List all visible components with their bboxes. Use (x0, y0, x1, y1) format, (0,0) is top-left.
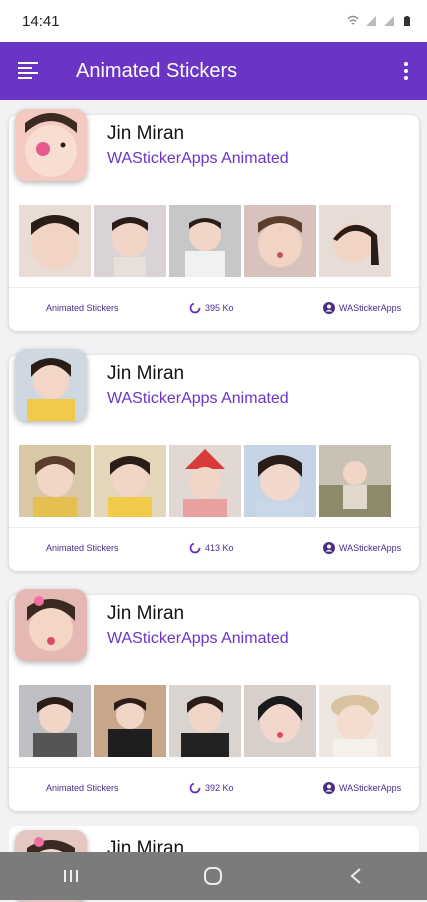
pack-name: Jin Miran (107, 603, 185, 624)
pack-author-label: WAStickerApps (339, 543, 402, 553)
pack-size: 392 Ko (189, 782, 234, 794)
sticker-image[interactable] (319, 445, 391, 517)
sticker-image[interactable] (244, 205, 316, 277)
app-bar: Animated Stickers (0, 42, 427, 100)
back-button[interactable] (336, 861, 376, 891)
pack-author: WAStickerApps (323, 542, 401, 554)
divider (9, 767, 419, 768)
sticker-image[interactable] (319, 685, 391, 757)
sticker-image[interactable] (169, 205, 241, 277)
more-vert-icon[interactable] (403, 61, 409, 81)
pack-category: Animated Stickers (46, 783, 119, 793)
system-nav-bar (0, 852, 427, 900)
pack-thumbnail (15, 589, 87, 661)
sticker-image[interactable] (94, 685, 166, 757)
menu-lines-icon[interactable] (18, 61, 40, 81)
sticker-image[interactable] (169, 685, 241, 757)
pack-footer: Animated Stickers 413 Ko WAStickerApps (9, 535, 419, 561)
account-icon (323, 782, 335, 794)
sticker-pack-card[interactable]: Jin Miran WAStickerApps Animated Animate… (9, 589, 419, 811)
pack-size-label: 392 Ko (205, 783, 234, 793)
signal-icon-2 (384, 16, 394, 26)
sticker-image[interactable] (19, 445, 91, 517)
recents-icon (64, 870, 79, 882)
pack-thumbnail (15, 349, 87, 421)
sticker-image[interactable] (94, 445, 166, 517)
sticker-row (19, 685, 391, 757)
loading-ring-icon (189, 782, 201, 794)
battery-icon (404, 16, 410, 26)
recents-button[interactable] (51, 861, 91, 891)
pack-name: Jin Miran (107, 363, 185, 384)
pack-name: Jin Miran (107, 123, 185, 144)
pack-publisher: WAStickerApps Animated (107, 150, 289, 167)
pack-size: 395 Ko (189, 302, 234, 314)
divider (9, 287, 419, 288)
wifi-icon (347, 15, 359, 25)
pack-author: WAStickerApps (323, 302, 401, 314)
pack-size-label: 413 Ko (205, 543, 234, 553)
pack-thumbnail (15, 109, 87, 181)
divider (9, 527, 419, 528)
app-title: Animated Stickers (76, 59, 238, 82)
sticker-image[interactable] (169, 445, 241, 517)
sticker-pack-card[interactable]: Jin Miran WAStickerApps Animated Animate… (9, 109, 419, 331)
sticker-image[interactable] (319, 205, 391, 277)
sticker-image[interactable] (244, 445, 316, 517)
home-icon (204, 867, 223, 885)
pack-author-label: WAStickerApps (339, 303, 402, 313)
pack-footer: Animated Stickers 392 Ko WAStickerApps (9, 775, 419, 801)
status-time: 14:41 (22, 12, 60, 30)
sticker-image[interactable] (94, 205, 166, 277)
sticker-image[interactable] (244, 685, 316, 757)
pack-category: Animated Stickers (46, 303, 119, 313)
loading-ring-icon (189, 542, 201, 554)
status-icons (347, 15, 413, 27)
pack-size: 413 Ko (189, 542, 234, 554)
pack-footer: Animated Stickers 395 Ko WAStickerApps (9, 295, 419, 321)
sticker-image[interactable] (19, 685, 91, 757)
sticker-row (19, 445, 391, 517)
home-button[interactable] (193, 861, 233, 891)
pack-author-label: WAStickerApps (339, 783, 402, 793)
signal-icon (366, 16, 376, 26)
pack-category: Animated Stickers (46, 543, 119, 553)
account-icon (323, 542, 335, 554)
pack-publisher: WAStickerApps Animated (107, 390, 289, 407)
sticker-pack-card[interactable]: Jin Miran WAStickerApps Animated Animate… (9, 349, 419, 571)
sticker-row (19, 205, 391, 277)
loading-ring-icon (189, 302, 201, 314)
back-chevron-icon (350, 868, 361, 884)
pack-author: WAStickerApps (323, 782, 401, 794)
pack-publisher: WAStickerApps Animated (107, 630, 289, 647)
pack-size-label: 395 Ko (205, 303, 234, 313)
account-icon (323, 302, 335, 314)
status-bar: 14:41 (0, 0, 427, 42)
sticker-image[interactable] (19, 205, 91, 277)
